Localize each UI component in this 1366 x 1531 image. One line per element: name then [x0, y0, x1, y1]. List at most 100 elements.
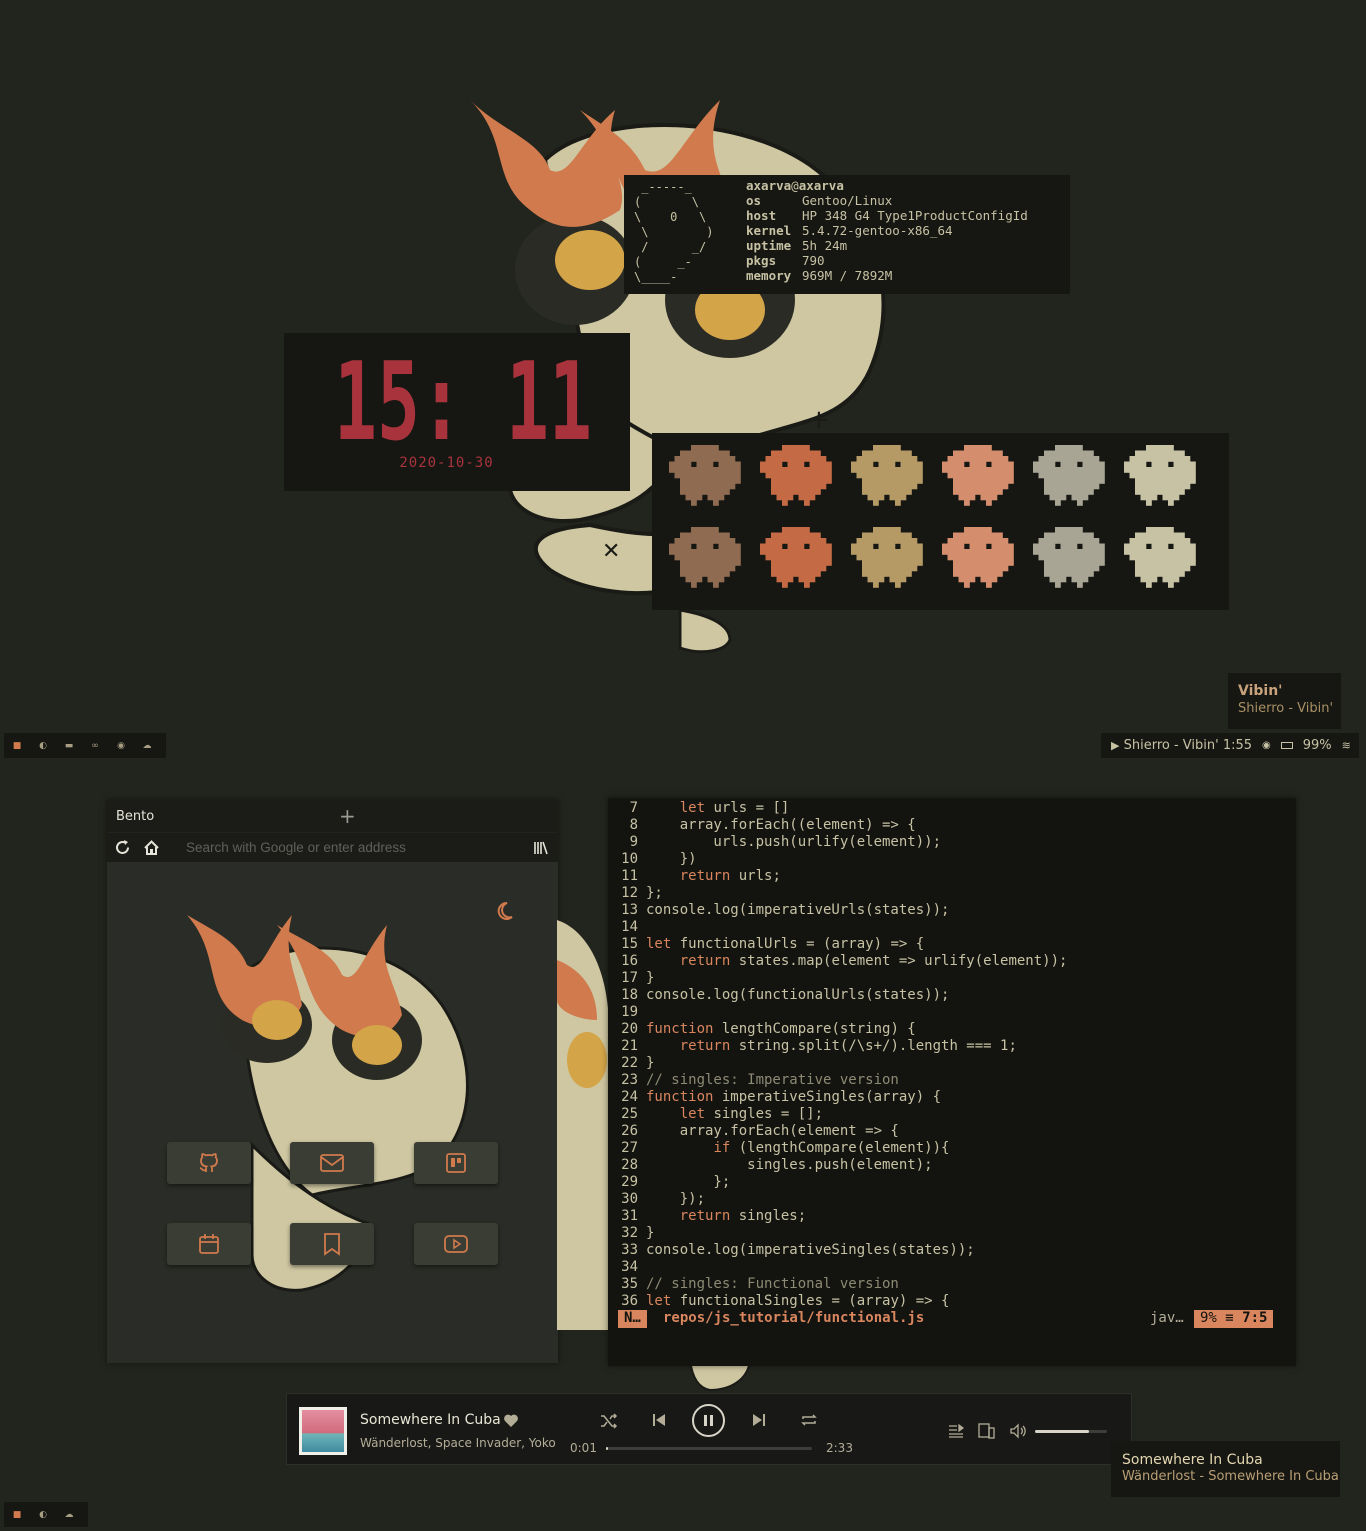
- app-icon[interactable]: ■: [4, 1510, 30, 1520]
- code-line: 16 return states.map(element => urlify(e…: [608, 953, 1067, 970]
- line-text: console.log(functionalUrls(states));: [646, 987, 950, 1003]
- notification-subtitle: Shierro - Vibin': [1238, 701, 1334, 716]
- eye-icon: ◉: [1262, 740, 1271, 751]
- line-text: };: [646, 1174, 731, 1190]
- link-icon[interactable]: ∞: [82, 741, 108, 751]
- notification-subtitle: Wänderlost - Somewhere In Cuba: [1122, 1469, 1339, 1484]
- ghost-icon: [942, 527, 1014, 588]
- ghost-icon: [1124, 445, 1196, 506]
- line-number: 22: [621, 1055, 638, 1071]
- volume-icon[interactable]: [1010, 1423, 1028, 1439]
- bottom-status-bar: ■ ◐ ☁: [4, 1502, 88, 1527]
- cloud-icon[interactable]: ☁: [56, 1510, 82, 1520]
- line-number: 12: [621, 885, 638, 901]
- fetch-value: Gentoo/Linux: [802, 193, 893, 208]
- fetch-hostname: axarva: [798, 178, 844, 193]
- line-text: array.forEach(element => {: [646, 1123, 899, 1139]
- moon-icon[interactable]: [497, 900, 519, 922]
- line-number: 19: [621, 1004, 638, 1020]
- library-icon[interactable]: [533, 840, 549, 856]
- notification-title: Vibin': [1238, 683, 1283, 699]
- moon-icon[interactable]: ◐: [30, 1510, 56, 1520]
- code-line: 31 return singles;: [608, 1208, 1067, 1225]
- next-icon[interactable]: [752, 1413, 766, 1427]
- line-number: 32: [621, 1225, 638, 1241]
- ghost-icon: [1124, 527, 1196, 588]
- folder-icon[interactable]: ▬: [56, 741, 82, 751]
- heart-icon[interactable]: [503, 1413, 519, 1428]
- line-text: let functionalUrls = (array) => {: [646, 936, 925, 952]
- line-number: 33: [621, 1242, 638, 1258]
- address-bar[interactable]: Search with Google or enter address: [186, 840, 406, 855]
- line-text: return string.split(/\s+/).length === 1;: [679, 1038, 1017, 1054]
- now-playing-status[interactable]: ▶ Shierro - Vibin' 1:55: [1111, 738, 1252, 753]
- code-line: 33 console.log(imperativeSingles(states))…: [608, 1242, 1067, 1259]
- gentoo-ascii-logo: _-----_ ( \ \ 0 \ \ ) / _/ ( _- \____-: [634, 180, 714, 284]
- code-line: 32}: [608, 1225, 1067, 1242]
- new-tab-button[interactable]: +: [339, 804, 356, 828]
- ghost-icon: [851, 527, 923, 588]
- moon-icon[interactable]: ◐: [30, 741, 56, 751]
- previous-icon[interactable]: [652, 1413, 666, 1427]
- wifi-icon: ≋: [1341, 739, 1351, 752]
- code-editor[interactable]: 7 let urls = [] 8 array.forEach((element)…: [608, 798, 1296, 1366]
- svg-text:+: +: [808, 405, 830, 435]
- calendar-tile[interactable]: [167, 1223, 251, 1265]
- queue-icon[interactable]: [948, 1424, 964, 1438]
- mail-tile[interactable]: [290, 1142, 374, 1184]
- ghost-icon: [1033, 445, 1105, 506]
- app-icon[interactable]: ■: [4, 741, 30, 751]
- bookmark-icon: [324, 1233, 340, 1256]
- youtube-tile[interactable]: [414, 1223, 498, 1265]
- file-percent: 9%: [1200, 1310, 1217, 1326]
- line-number: 28: [621, 1157, 638, 1173]
- code-line: 36 let functionalSingles = (array) => {: [608, 1293, 1067, 1310]
- line-number: 7: [629, 800, 638, 816]
- fetch-value: 5.4.72-gentoo-x86_64: [802, 223, 953, 238]
- home-icon[interactable]: [143, 839, 160, 856]
- clock-widget: 15: 11 2020-10-30: [284, 333, 630, 491]
- code-line: 18 console.log(functionalUrls(states));: [608, 987, 1067, 1004]
- reload-icon[interactable]: [114, 839, 131, 856]
- bookmark-tile[interactable]: [290, 1223, 374, 1265]
- line-text: return urls;: [679, 868, 781, 884]
- pause-button[interactable]: [692, 1404, 725, 1437]
- code-line: 22}: [608, 1055, 1067, 1072]
- code-line: 14: [608, 919, 1067, 936]
- line-text: if (lengthCompare(element)){: [713, 1140, 950, 1156]
- fetch-user: axarva: [746, 178, 792, 193]
- color-palette-ghosts: [652, 433, 1229, 610]
- code-line: 19: [608, 1004, 1067, 1021]
- line-number: 36: [621, 1293, 638, 1309]
- line-number: 17: [621, 970, 638, 986]
- line-number: 30: [621, 1191, 638, 1207]
- devices-icon[interactable]: [978, 1423, 995, 1439]
- github-tile[interactable]: [167, 1142, 251, 1184]
- code-lines: 7 let urls = [] 8 array.forEach((element)…: [608, 800, 1067, 1310]
- music-icon[interactable]: ◉: [108, 741, 134, 751]
- track-title[interactable]: Somewhere In Cuba: [360, 1412, 501, 1428]
- cloud-icon[interactable]: ☁: [134, 741, 160, 751]
- ghost-icon: [942, 445, 1014, 506]
- fetch-value: 790: [802, 253, 825, 268]
- track-artists[interactable]: Wänderlost, Space Invader, Yokomeshi: [360, 1436, 556, 1450]
- code-line: 28 singles.push(element);: [608, 1157, 1067, 1174]
- line-number: 24: [621, 1089, 638, 1105]
- album-art: [299, 1407, 347, 1455]
- left-status-bar: ■ ◐ ▬ ∞ ◉ ☁: [4, 733, 166, 758]
- code-line: 27 if (lengthCompare(element)){: [608, 1140, 1067, 1157]
- code-line: 20 function lengthCompare(string) {: [608, 1021, 1067, 1038]
- volume-fill: [1035, 1430, 1089, 1433]
- repeat-icon[interactable]: [800, 1412, 818, 1428]
- shuffle-icon[interactable]: [600, 1413, 618, 1429]
- now-playing-notification: Vibin' Shierro - Vibin': [1228, 673, 1341, 729]
- volume-slider[interactable]: [1035, 1430, 1107, 1433]
- system-info-panel: _-----_ ( \ \ 0 \ \ ) / _/ ( _- \____- a…: [624, 175, 1070, 294]
- trello-tile[interactable]: [414, 1142, 498, 1184]
- progress-bar[interactable]: [606, 1447, 812, 1450]
- tab-bento[interactable]: Bento: [116, 809, 154, 824]
- line-text: let singles = [];: [679, 1106, 824, 1122]
- line-text: };: [646, 885, 663, 901]
- background-skull-fragment: [557, 920, 609, 1330]
- fetch-at: @: [791, 178, 799, 193]
